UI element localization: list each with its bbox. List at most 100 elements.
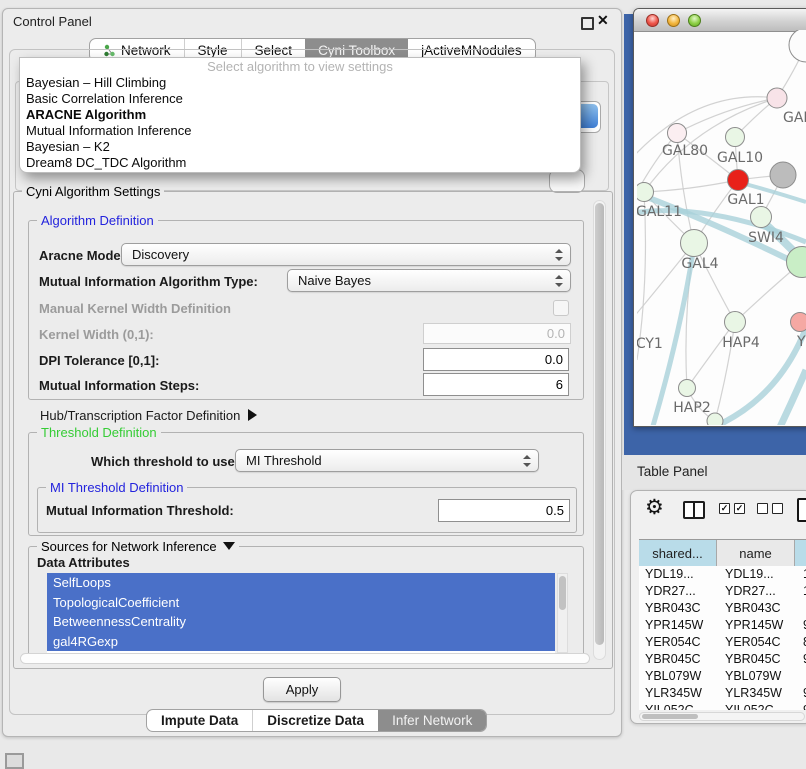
zoom-window-icon[interactable] bbox=[688, 14, 701, 27]
algorithm-option[interactable]: Basic Correlation Inference bbox=[20, 91, 580, 107]
apply-button[interactable]: Apply bbox=[263, 677, 341, 702]
table-cell bbox=[795, 600, 806, 617]
table-row[interactable]: YBL079WYBL079W bbox=[639, 668, 806, 685]
algorithm-option[interactable]: Mutual Information Inference bbox=[20, 123, 580, 139]
network-node-hap4[interactable] bbox=[725, 312, 746, 333]
algorithm-option[interactable]: Dream8 DC_TDC Algorithm bbox=[20, 155, 580, 171]
column-header[interactable]: name bbox=[717, 540, 795, 566]
select-all-columns-icon[interactable]: ✓ ✓ bbox=[719, 503, 745, 514]
mi-type-combo[interactable]: Naive Bayes bbox=[287, 269, 571, 292]
columns-icon[interactable] bbox=[683, 501, 705, 519]
network-edge[interactable] bbox=[763, 370, 806, 425]
network-node-gal[interactable] bbox=[767, 88, 787, 108]
table-cell: YPR145W bbox=[717, 617, 795, 634]
float-window-icon[interactable] bbox=[581, 17, 594, 30]
table-row[interactable]: YBR045CYBR045C9. bbox=[639, 651, 806, 668]
table-cell: YER054C bbox=[639, 634, 717, 651]
network-canvas[interactable]: GALGAL80GAL10GAL1GAL11SWI4GAL4GCY1HAP4YH… bbox=[637, 30, 806, 425]
bottom-tabbar: Impute Data Discretize Data Infer Networ… bbox=[146, 709, 487, 732]
mi-steps-field[interactable]: 6 bbox=[423, 373, 569, 396]
minimized-panel-icon[interactable] bbox=[5, 753, 24, 769]
scrollbar-thumb[interactable] bbox=[595, 203, 604, 645]
network-node-hap2[interactable] bbox=[679, 380, 696, 397]
column-header[interactable] bbox=[795, 540, 806, 566]
table-row[interactable]: YER054CYER054C8. bbox=[639, 634, 806, 651]
algorithm-placeholder-option[interactable]: Select algorithm to view settings bbox=[20, 58, 580, 75]
table-row[interactable]: YPR145WYPR145W9. bbox=[639, 617, 806, 634]
network-edge[interactable] bbox=[644, 180, 738, 192]
node-label: Y bbox=[796, 334, 806, 350]
network-edge[interactable] bbox=[687, 322, 735, 388]
sources-group-title[interactable]: Sources for Network Inference bbox=[37, 539, 239, 554]
algorithm-definition-title: Algorithm Definition bbox=[37, 213, 158, 228]
minimize-window-icon[interactable] bbox=[667, 14, 680, 27]
scrollbar-thumb[interactable] bbox=[642, 714, 698, 719]
manual-kernel-label: Manual Kernel Width Definition bbox=[39, 301, 231, 316]
tab-discretize-data[interactable]: Discretize Data bbox=[252, 710, 378, 731]
manual-kernel-checkbox[interactable] bbox=[553, 300, 569, 316]
column-header[interactable]: shared... bbox=[639, 540, 717, 566]
combo-arrows-icon bbox=[555, 275, 564, 287]
tab-infer-network[interactable]: Infer Network bbox=[378, 710, 486, 731]
network-node-gal1[interactable] bbox=[728, 170, 749, 191]
tab-impute-data[interactable]: Impute Data bbox=[147, 710, 252, 731]
settings-horizontal-scrollbar[interactable] bbox=[20, 653, 590, 664]
table-panel-header: Table Panel bbox=[622, 455, 806, 490]
table-cell: YDL19... bbox=[717, 566, 795, 583]
sources-group: Sources for Network Inference Data Attri… bbox=[28, 546, 584, 662]
attribute-item[interactable]: gal4RGexp bbox=[47, 632, 555, 652]
network-node-gal11[interactable] bbox=[637, 183, 654, 202]
mi-threshold-label: Mutual Information Threshold: bbox=[46, 503, 234, 518]
mi-steps-label: Mutual Information Steps: bbox=[39, 378, 199, 393]
table-cell: YPR145W bbox=[639, 617, 717, 634]
table-cell: 9. bbox=[795, 702, 806, 710]
which-threshold-combo[interactable]: MI Threshold bbox=[235, 449, 539, 472]
table-row[interactable]: YBR043CYBR043C bbox=[639, 600, 806, 617]
gear-icon[interactable]: ⚙ bbox=[645, 497, 664, 518]
table-panel-title: Table Panel bbox=[637, 464, 708, 479]
table-cell: YLR345W bbox=[639, 685, 717, 702]
table-cell: YBL079W bbox=[639, 668, 717, 685]
hub-definition-toggle[interactable]: Hub/Transcription Factor Definition bbox=[40, 408, 257, 423]
mi-threshold-field[interactable]: 0.5 bbox=[438, 499, 570, 522]
network-node-swi4[interactable] bbox=[751, 207, 772, 228]
table-row[interactable]: YIL052CYIL052C9. bbox=[639, 702, 806, 710]
table-row[interactable]: YDL19...YDL19...13 bbox=[639, 566, 806, 583]
table-cell: YER054C bbox=[717, 634, 795, 651]
close-window-icon[interactable] bbox=[646, 14, 659, 27]
deselect-all-columns-icon[interactable] bbox=[757, 503, 783, 514]
table-cell: YIL052C bbox=[639, 702, 717, 710]
node-label: SWI4 bbox=[748, 230, 784, 246]
table-cell: YIL052C bbox=[717, 702, 795, 710]
attribute-item[interactable]: SelfLoops bbox=[47, 573, 555, 593]
settings-vertical-scrollbar[interactable] bbox=[593, 200, 606, 660]
table-cell: 9. bbox=[795, 651, 806, 668]
algorithm-option[interactable]: Bayesian – K2 bbox=[20, 139, 580, 155]
attribute-item[interactable]: BetweennessCentrality bbox=[47, 612, 555, 632]
network-node[interactable] bbox=[770, 162, 796, 188]
export-table-icon[interactable] bbox=[797, 498, 806, 522]
data-attributes-list: SelfLoopsTopologicalCoefficientBetweenne… bbox=[47, 573, 555, 653]
aracne-mode-combo[interactable]: Discovery bbox=[121, 243, 571, 266]
table-row[interactable]: YLR345WYLR345W9. bbox=[639, 685, 806, 702]
dpi-tolerance-field[interactable]: 0.0 bbox=[423, 348, 569, 371]
kernel-width-field[interactable]: 0.0 bbox=[423, 323, 571, 344]
attributes-scrollbar[interactable] bbox=[557, 573, 568, 653]
network-window-titlebar[interactable] bbox=[634, 9, 806, 32]
which-threshold-label: Which threshold to use: bbox=[91, 454, 239, 469]
network-node[interactable] bbox=[789, 30, 806, 62]
network-node-gal4[interactable] bbox=[681, 230, 708, 257]
network-node-gal80[interactable] bbox=[668, 124, 687, 143]
attribute-item[interactable]: TopologicalCoefficient bbox=[47, 593, 555, 613]
algorithm-option[interactable]: Bayesian – Hill Climbing bbox=[20, 75, 580, 91]
scrollbar-thumb[interactable] bbox=[559, 576, 566, 610]
close-icon[interactable]: ✕ bbox=[597, 12, 609, 29]
network-node-y[interactable] bbox=[791, 313, 806, 332]
algorithm-option[interactable]: ARACNE Algorithm bbox=[20, 107, 580, 123]
table-row[interactable]: YDR27...YDR27...12 bbox=[639, 583, 806, 600]
table-header-row: shared...name bbox=[639, 539, 806, 567]
table-horizontal-scrollbar[interactable] bbox=[639, 712, 805, 721]
checked-box-icon: ✓ bbox=[719, 503, 730, 514]
network-node-gal10[interactable] bbox=[726, 128, 745, 147]
node-label: GAL80 bbox=[662, 143, 708, 159]
